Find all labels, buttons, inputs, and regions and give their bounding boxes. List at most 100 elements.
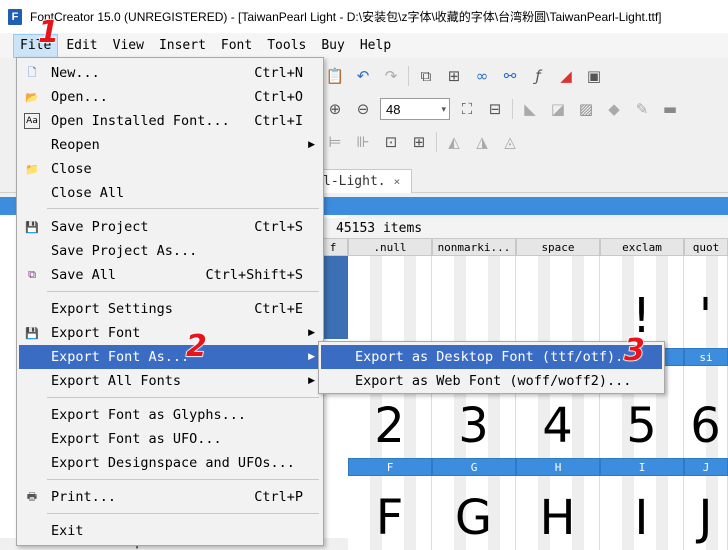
glyph: I bbox=[634, 490, 649, 546]
add-glyph-icon[interactable]: ⊞ bbox=[443, 65, 465, 87]
grid-header: space bbox=[516, 238, 600, 256]
align-left-icon[interactable]: ⊨ bbox=[324, 131, 346, 153]
export-font-icon: 💾 bbox=[25, 326, 39, 340]
menu-view[interactable]: View bbox=[107, 35, 150, 57]
menu-item-close[interactable]: 📁 Close bbox=[19, 157, 321, 181]
glyph-cell[interactable]: I bbox=[600, 476, 684, 550]
glyph: 2 bbox=[374, 398, 405, 454]
glyph-edit-icon[interactable]: ⊞ bbox=[408, 131, 430, 153]
grid-header: H bbox=[516, 458, 600, 476]
title-bar: F FontCreator 15.0 (UNREGISTERED) - [Tai… bbox=[0, 0, 728, 33]
align-icon[interactable]: ⊟ bbox=[484, 98, 506, 120]
menu-item-save-all[interactable]: ⧉ Save All Ctrl+Shift+S bbox=[19, 263, 321, 287]
glyph-cell[interactable]: F bbox=[348, 476, 432, 550]
fit-icon[interactable]: ⛶ bbox=[456, 98, 478, 120]
grid-header: G bbox=[432, 458, 516, 476]
window-title: FontCreator 15.0 (UNREGISTERED) - [Taiwa… bbox=[30, 10, 662, 24]
fill-icon[interactable]: ◆ bbox=[603, 98, 625, 120]
redo-icon[interactable]: ↷ bbox=[380, 65, 402, 87]
menu-tools[interactable]: Tools bbox=[261, 35, 312, 57]
menu-item-print[interactable]: 🖶 Print... Ctrl+P bbox=[19, 485, 321, 509]
unlink-icon[interactable]: ⚯ bbox=[499, 65, 521, 87]
menu-item-open-installed[interactable]: Aa Open Installed Font... Ctrl+I bbox=[19, 109, 321, 133]
menu-item-export-font-as[interactable]: Export Font As... ▶ bbox=[19, 345, 321, 369]
transform-icon[interactable]: ◪ bbox=[547, 98, 569, 120]
glyph-view-icon[interactable]: ⊡ bbox=[380, 131, 402, 153]
glyph-cell[interactable]: G bbox=[432, 476, 516, 550]
toolbar-separator bbox=[408, 66, 409, 86]
menu-item-export-glyphs[interactable]: Export Font as Glyphs... bbox=[19, 403, 321, 427]
link-icon[interactable]: ∞ bbox=[471, 65, 493, 87]
add-composite-icon[interactable]: ⧉ bbox=[415, 65, 437, 87]
save-all-icon: ⧉ bbox=[28, 268, 36, 281]
menu-font[interactable]: Font bbox=[215, 35, 258, 57]
glyph: 3 bbox=[458, 398, 489, 454]
menu-item-export-desktop-font[interactable]: Export as Desktop Font (ttf/otf)... bbox=[321, 345, 662, 369]
glyph-cell[interactable] bbox=[348, 256, 432, 348]
menu-edit[interactable]: Edit bbox=[60, 35, 103, 57]
toolbar-separator bbox=[436, 132, 437, 152]
menu-separator bbox=[47, 479, 319, 480]
menu-item-reopen[interactable]: Reopen ▶ bbox=[19, 133, 321, 157]
menu-item-export-font[interactable]: 💾 Export Font ▶ bbox=[19, 321, 321, 345]
shape-icon[interactable]: ◣ bbox=[519, 98, 541, 120]
pen-icon[interactable]: ✎ bbox=[631, 98, 653, 120]
toolbar-separator bbox=[512, 99, 513, 119]
rotate-icon[interactable]: ◬ bbox=[499, 131, 521, 153]
menu-item-export-all-fonts[interactable]: Export All Fonts ▶ bbox=[19, 369, 321, 393]
menu-item-save-project-as[interactable]: Save Project As... bbox=[19, 239, 321, 263]
zoom-combobox[interactable]: 48 ▾ bbox=[380, 98, 450, 120]
printer-icon: 🖶 bbox=[26, 489, 38, 503]
menu-separator bbox=[47, 513, 319, 514]
zoom-out-icon[interactable]: ⊖ bbox=[352, 98, 374, 120]
paste-icon[interactable]: 📋 bbox=[324, 65, 346, 87]
glyph-cell[interactable]: H bbox=[516, 476, 600, 550]
eraser-icon[interactable]: ◢ bbox=[555, 65, 577, 87]
properties-icon[interactable]: ▣ bbox=[583, 65, 605, 87]
menu-help[interactable]: Help bbox=[354, 35, 397, 57]
glyph-cell[interactable] bbox=[432, 256, 516, 348]
menu-separator bbox=[47, 291, 319, 292]
submenu-arrow-icon: ▶ bbox=[308, 376, 315, 386]
formula-icon[interactable]: ƒ bbox=[527, 65, 549, 87]
zoom-value: 48 bbox=[386, 101, 401, 117]
flip-icon[interactable]: ◭ bbox=[443, 131, 465, 153]
zoom-in-icon[interactable]: ⊕ bbox=[324, 98, 346, 120]
menu-buy[interactable]: Buy bbox=[315, 35, 350, 57]
glyph-cell[interactable]: ' bbox=[684, 256, 728, 348]
menu-item-export-settings[interactable]: Export Settings Ctrl+E bbox=[19, 297, 321, 321]
menu-item-open[interactable]: 📂 Open... Ctrl+O bbox=[19, 85, 321, 109]
export-font-as-submenu: Export as Desktop Font (ttf/otf)... Expo… bbox=[318, 341, 665, 394]
menu-item-exit[interactable]: Exit bbox=[19, 519, 321, 543]
menu-item-save-project[interactable]: 💾 Save Project Ctrl+S bbox=[19, 215, 321, 239]
glyph-cell[interactable] bbox=[516, 256, 600, 348]
toolbar-row-1: 📋 ↶ ↷ ⧉ ⊞ ∞ ⚯ ƒ ◢ ▣ bbox=[324, 60, 605, 92]
save-icon: 💾 bbox=[25, 220, 39, 234]
step-badge-2: 2 bbox=[185, 329, 207, 364]
undo-icon[interactable]: ↶ bbox=[352, 65, 374, 87]
grid-header: .null bbox=[348, 238, 432, 256]
glyph: 4 bbox=[542, 398, 573, 454]
menu-item-export-web-font[interactable]: Export as Web Font (woff/woff2)... bbox=[321, 369, 662, 393]
grid-header: exclam bbox=[600, 238, 684, 256]
glyph: 5 bbox=[626, 398, 657, 454]
menu-item-new[interactable]: 🗋 New... Ctrl+N bbox=[19, 61, 321, 85]
glyph: H bbox=[539, 490, 576, 546]
glyph-count-text: 45153 items bbox=[336, 220, 423, 236]
mirror-icon[interactable]: ◮ bbox=[471, 131, 493, 153]
close-icon[interactable]: × bbox=[394, 175, 401, 188]
menu-item-close-all[interactable]: Close All bbox=[19, 181, 321, 205]
glyph: J bbox=[698, 490, 713, 546]
menu-item-export-designspace[interactable]: Export Designspace and UFOs... bbox=[19, 451, 321, 475]
glyph: G bbox=[454, 490, 493, 546]
step-badge-3: 3 bbox=[623, 333, 645, 368]
align-center-icon[interactable]: ⊪ bbox=[352, 131, 374, 153]
menu-insert[interactable]: Insert bbox=[153, 35, 212, 57]
glyph-cell[interactable]: 6 bbox=[684, 366, 728, 458]
submenu-arrow-icon: ▶ bbox=[308, 328, 315, 338]
glyph-cell[interactable]: J bbox=[684, 476, 728, 550]
menu-item-export-ufo[interactable]: Export Font as UFO... bbox=[19, 427, 321, 451]
toolbar-row-2: ⊕ ⊖ 48 ▾ ⛶ ⊟ ◣ ◪ ▨ ◆ ✎ ▬ bbox=[324, 93, 681, 125]
image-icon[interactable]: ▨ bbox=[575, 98, 597, 120]
rect-icon[interactable]: ▬ bbox=[659, 98, 681, 120]
